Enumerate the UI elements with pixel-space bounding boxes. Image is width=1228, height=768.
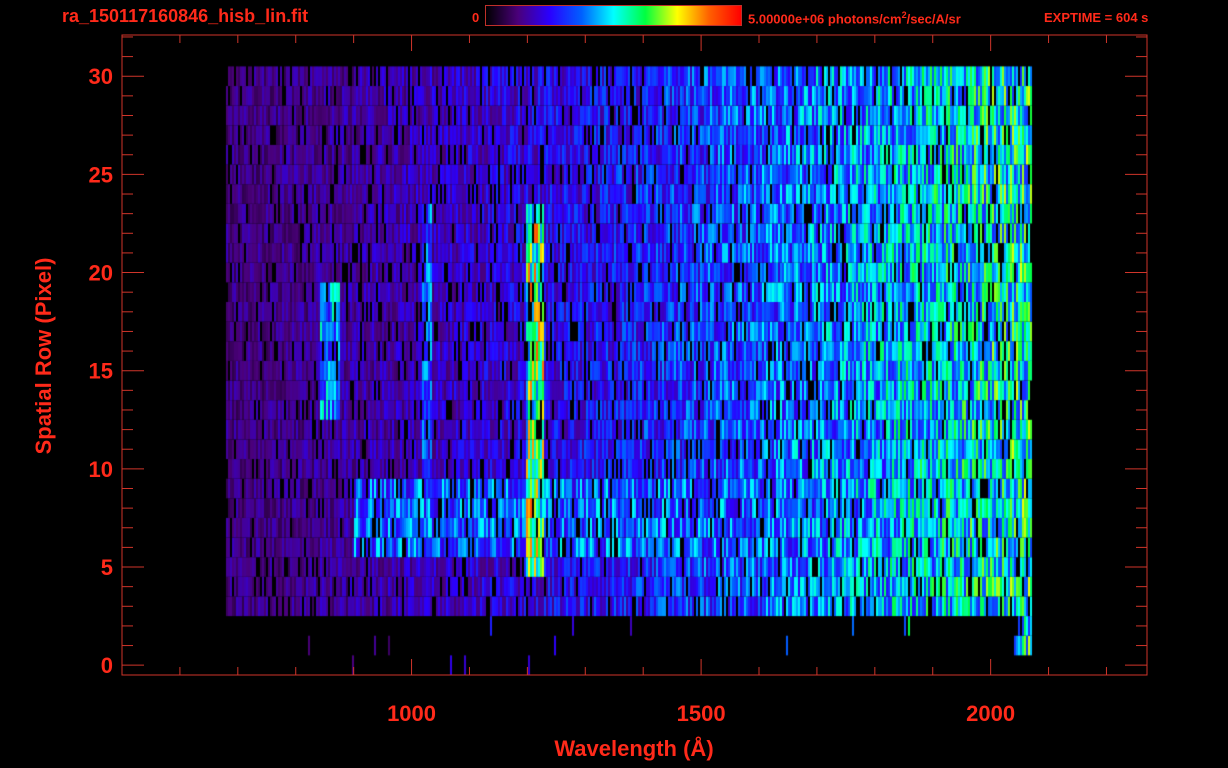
plot-frame bbox=[121, 34, 1148, 676]
colorbar-min-label: 0 bbox=[472, 10, 480, 25]
heatmap-image bbox=[0, 0, 1228, 768]
colorbar-max-value: 5.00000e+06 bbox=[748, 11, 825, 27]
colorbar-units-rest: /sec/A/sr bbox=[906, 11, 961, 27]
y-tick-label: 20 bbox=[89, 261, 113, 286]
y-axis-label: Spatial Row (Pixel) bbox=[31, 257, 56, 455]
exposure-time: EXPTIME = 604 s bbox=[1044, 10, 1149, 25]
x-tick-label: 1000 bbox=[387, 701, 436, 726]
colorbar-units: photons/cm bbox=[824, 11, 902, 27]
plot-title: ra_150117160846_hisb_lin.fit bbox=[62, 6, 309, 26]
colorbar bbox=[485, 5, 742, 26]
plot-axes: 1000 1500 2000 0 5 10 15 20 25 30 bbox=[89, 34, 1148, 726]
y-tick-label: 10 bbox=[89, 457, 113, 482]
y-tick-label: 25 bbox=[89, 162, 113, 187]
x-axis-label: Wavelength (Å) bbox=[554, 736, 714, 761]
y-tick-label: 15 bbox=[89, 359, 113, 384]
colorbar-max-label: 5.00000e+06 photons/cm2/sec/A/sr bbox=[748, 10, 961, 26]
y-tick-label: 30 bbox=[89, 64, 113, 89]
y-tick-label: 0 bbox=[101, 653, 113, 678]
x-tick-label: 1500 bbox=[677, 701, 726, 726]
y-tick-label: 5 bbox=[101, 555, 113, 580]
x-tick-label: 2000 bbox=[966, 701, 1015, 726]
